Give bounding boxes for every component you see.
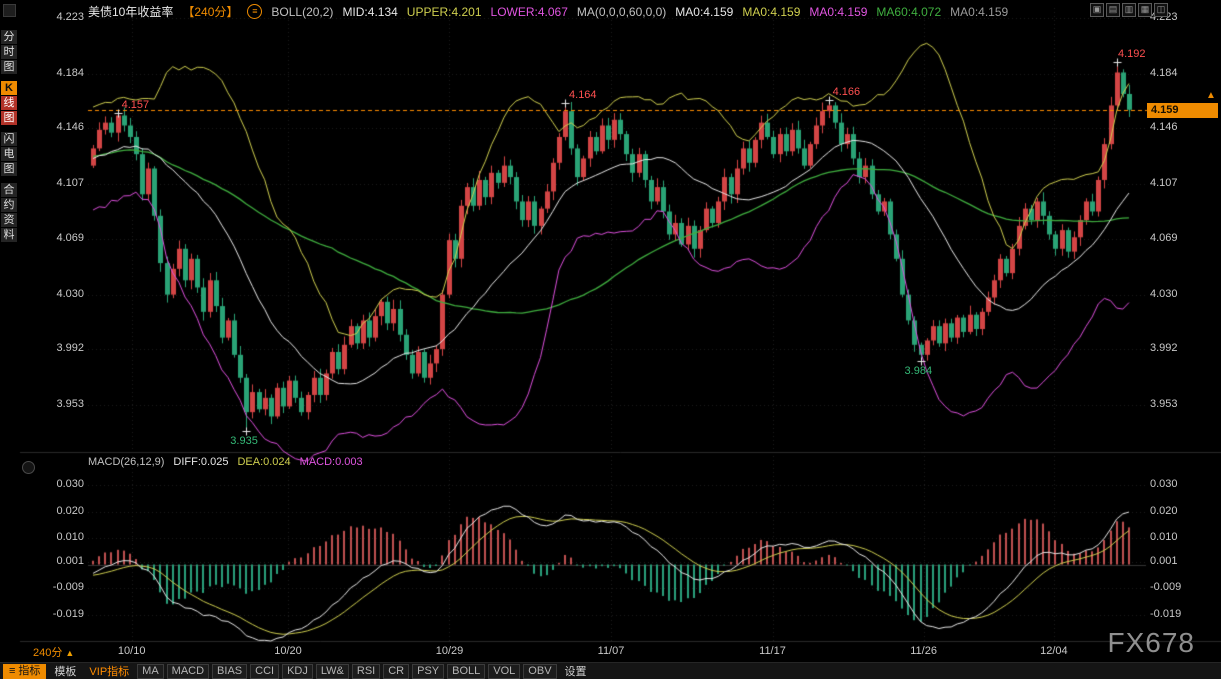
sidebar-tab-char: 图	[1, 111, 17, 125]
toolbar-button-模板[interactable]: 模板	[49, 663, 81, 679]
macd-header: MACD(26,12,9) DIFF:0.025 DEA:0.024 MACD:0.0…	[88, 456, 363, 468]
indicator-value: MA0:4.159	[742, 5, 800, 19]
chart-header: 美债10年收益率 【240分】 ≡ BOLL(20,2) MID:4.134 UPP…	[88, 3, 1008, 20]
current-price-tag: 4.159	[1147, 103, 1218, 118]
toolbar-button-CCI[interactable]: CCI	[250, 664, 279, 679]
toolbar-button-PSY[interactable]: PSY	[412, 664, 444, 679]
sidebar-tab-char: 料	[1, 228, 17, 242]
toolbar-button-BOLL[interactable]: BOLL	[447, 664, 485, 679]
timeframe-up-arrow-icon: ▲	[65, 648, 74, 658]
indicator-value: MID:4.134	[342, 5, 397, 19]
sidebar-tab-char: 资	[1, 213, 17, 227]
sidebar-tab-char: 分	[1, 30, 17, 44]
toolbar-button-RSI[interactable]: RSI	[352, 664, 380, 679]
sidebar-tab-char: 线	[1, 96, 17, 110]
macd-indicator-value: DEA:0.024	[237, 456, 290, 468]
toolbar-button-VOL[interactable]: VOL	[488, 664, 520, 679]
toolbar-button-MACD[interactable]: MACD	[167, 664, 209, 679]
trading-app-window: 美债10年收益率 【240分】 ≡ BOLL(20,2) MID:4.134 UPP…	[0, 0, 1221, 679]
window-layout-buttons: ▣▤▥▦◫	[1090, 3, 1168, 17]
indicator-value: MA0:4.159	[950, 5, 1008, 19]
timeframe-label[interactable]: 240分▲	[33, 644, 74, 660]
toolbar-button-设置[interactable]: 设置	[560, 663, 592, 679]
panel-toggle-icon[interactable]	[22, 461, 35, 474]
indicator-value: BOLL(20,2)	[271, 5, 333, 19]
indicator-value: LOWER:4.067	[491, 5, 568, 19]
timeframe-text: 240分	[33, 647, 62, 659]
sidebar-tab-char: 电	[1, 147, 17, 161]
sidebar-tab-char: 图	[1, 60, 17, 74]
left-sidebar: 分时图K线图闪电图合约资料	[0, 0, 19, 640]
sidebar-tab-1[interactable]: 分时图	[1, 30, 19, 74]
indicator-value: MA0:4.159	[809, 5, 867, 19]
symbol-title: 美债10年收益率	[88, 3, 173, 20]
period-tag: 【240分】	[182, 3, 238, 20]
sidebar-tab-char: 约	[1, 198, 17, 212]
toolbar-button-OBV[interactable]: OBV	[523, 664, 556, 679]
toolbar-button-LW&[interactable]: LW&	[316, 664, 349, 679]
sidebar-tab-3[interactable]: 闪电图	[1, 132, 19, 176]
toolbar-button-KDJ[interactable]: KDJ	[282, 664, 313, 679]
price-up-arrow-icon: ▲	[1206, 90, 1216, 101]
indicator-value: UPPER:4.201	[407, 5, 482, 19]
menu-icon: ≡	[9, 665, 15, 677]
sidebar-tab-char: 图	[1, 162, 17, 176]
macd-indicator-value: MACD:0.003	[300, 456, 363, 468]
indicator-value: MA0:4.159	[675, 5, 733, 19]
toolbar-button-VIP指标[interactable]: VIP指标	[84, 663, 134, 679]
chart-canvas[interactable]	[0, 0, 1221, 679]
layout-button-4-icon[interactable]: ▦	[1138, 3, 1152, 17]
bottom-toolbar: ≡指标模板VIP指标MAMACDBIASCCIKDJLW&RSICRPSYBOL…	[0, 662, 1221, 679]
sidebar-tab-char: 闪	[1, 132, 17, 146]
macd-indicator-value: DIFF:0.025	[173, 456, 228, 468]
indicator-value: MA(0,0,0,60,0,0)	[577, 5, 666, 19]
sidebar-tab-char: K	[1, 81, 17, 95]
watermark: FX678	[1108, 627, 1196, 659]
indicator-value: MA60:4.072	[876, 5, 941, 19]
layout-button-5-icon[interactable]: ◫	[1154, 3, 1168, 17]
toolbar-button-BIAS[interactable]: BIAS	[212, 664, 247, 679]
app-corner-icon	[3, 4, 16, 17]
layout-button-1-icon[interactable]: ▣	[1090, 3, 1104, 17]
toolbar-button-指标[interactable]: ≡指标	[3, 664, 46, 679]
indicator-values: BOLL(20,2) MID:4.134 UPPER:4.201 LOWER:4.06…	[271, 5, 1008, 19]
sidebar-tab-char: 合	[1, 183, 17, 197]
sidebar-tab-char: 时	[1, 45, 17, 59]
layout-button-2-icon[interactable]: ▤	[1106, 3, 1120, 17]
toolbar-button-MA[interactable]: MA	[137, 664, 164, 679]
toolbar-button-CR[interactable]: CR	[383, 664, 409, 679]
sidebar-tab-2[interactable]: K线图	[1, 81, 19, 125]
macd-indicator-value: MACD(26,12,9)	[88, 456, 164, 468]
indicator-menu-icon[interactable]: ≡	[247, 4, 262, 19]
layout-button-3-icon[interactable]: ▥	[1122, 3, 1136, 17]
sidebar-tab-4[interactable]: 合约资料	[1, 183, 19, 242]
